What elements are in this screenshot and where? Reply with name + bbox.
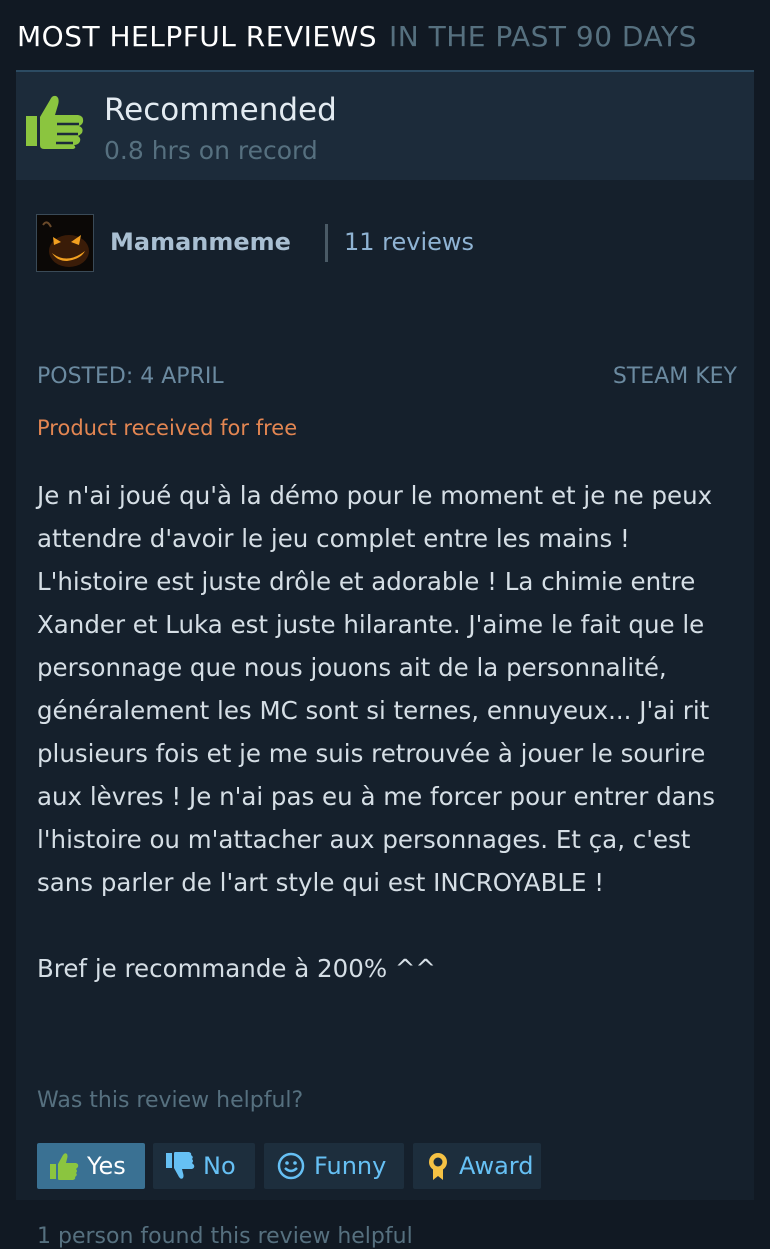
yes-label: Yes [87,1152,126,1180]
section-title: MOST HELPFUL REVIEWS [17,20,378,53]
vote-header[interactable]: Recommended 0.8 hrs on record [16,70,754,180]
author-separator [325,224,328,262]
yes-button[interactable]: Yes [37,1143,145,1189]
award-medal-icon [429,1153,447,1180]
helpful-question: Was this review helpful? [37,1088,304,1113]
review-card: Recommended 0.8 hrs on record Mamanmeme … [16,70,757,1249]
hours-on-record: 0.8 hrs on record [104,136,318,165]
steam-key-label: STEAM KEY [612,364,737,389]
thumbs-down-icon [166,1152,195,1179]
thumbs-up-icon [26,95,84,149]
no-label: No [203,1152,236,1180]
jack-o-lantern-icon [37,215,93,271]
section-header: MOST HELPFUL REVIEWS IN THE PAST 90 DAYS [17,20,697,53]
review-paragraph: Bref je recommande à 200% ^^ [37,954,436,983]
avatar[interactable] [36,214,94,272]
vote-buttons: Yes No Funny Award [37,1143,757,1189]
posted-date: POSTED: 4 APRIL [37,364,224,389]
author-row: Mamanmeme 11 reviews [36,214,736,272]
author-name[interactable]: Mamanmeme [110,228,291,256]
review-paragraph: Je n'ai joué qu'à la démo pour le moment… [37,481,715,897]
smiley-icon [277,1152,305,1180]
section-subtitle: IN THE PAST 90 DAYS [389,20,697,53]
funny-label: Funny [314,1152,387,1180]
free-product-notice: Product received for free [37,416,298,440]
vote-title: Recommended [104,92,337,128]
award-label: Award [459,1152,534,1180]
no-button[interactable]: No [153,1143,255,1189]
thumbs-up-icon [50,1153,79,1180]
funny-button[interactable]: Funny [264,1143,404,1189]
review-body: Je n'ai joué qu'à la démo pour le moment… [37,474,747,990]
award-button[interactable]: Award [413,1143,541,1189]
helpful-count: 1 person found this review helpful [37,1224,413,1249]
author-review-count[interactable]: 11 reviews [344,228,474,256]
